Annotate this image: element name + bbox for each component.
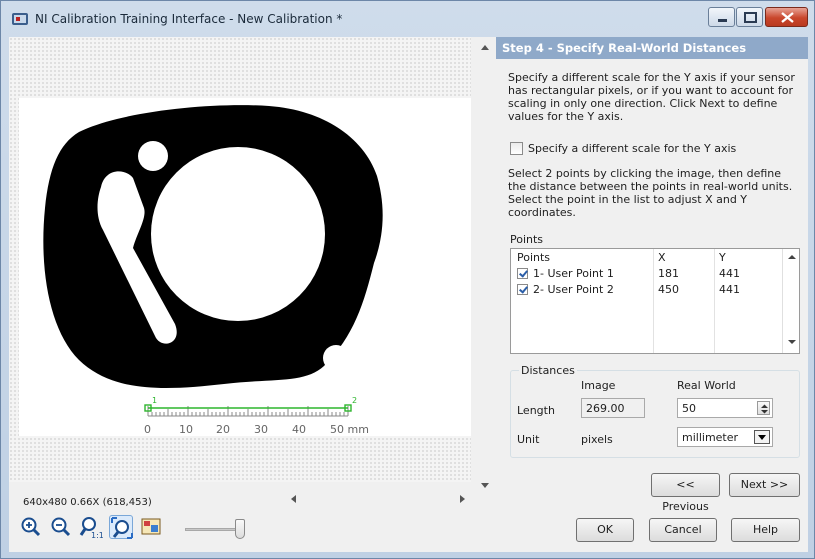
ruler-label-10: 10 (179, 423, 193, 436)
image-length-field: 269.00 (581, 398, 645, 418)
svg-text:1:1: 1:1 (91, 531, 103, 539)
y-scale-checkbox[interactable] (510, 142, 523, 155)
previous-button[interactable]: << Previous (651, 473, 720, 513)
calibration-window: NI Calibration Training Interface - New … (0, 0, 815, 559)
chevron-down-icon[interactable] (754, 430, 770, 444)
zoom-fit-icon (111, 517, 133, 539)
image-unit: pixels (581, 433, 613, 446)
minimize-icon (718, 19, 727, 22)
zoom-to-fit-button[interactable] (109, 515, 133, 539)
wizard-panel: Step 4 - Specify Real-World Distances Sp… (496, 37, 808, 513)
image-header: Image (581, 379, 616, 392)
close-button[interactable] (765, 7, 808, 27)
real-world-header: Real World (677, 379, 736, 392)
ruler-label-40: 40 (292, 423, 306, 436)
scroll-up-icon[interactable] (788, 255, 796, 259)
client-area: 0 10 20 30 40 50 mm 1 2 640x480 0.66X (6… (9, 37, 808, 552)
point-x: 450 (658, 283, 679, 296)
large-hole (151, 147, 325, 321)
next-button[interactable]: Next >> (729, 473, 800, 497)
small-hole-bottom (323, 345, 349, 371)
points-table[interactable]: Points X Y 1- User Point 1 181 441 2- Us… (510, 248, 800, 354)
point-x: 181 (658, 267, 679, 280)
distances-group: Distances Image Real World Length 269.00… (510, 364, 800, 458)
y-scale-checkbox-label[interactable]: Specify a different scale for the Y axis (528, 142, 736, 155)
point-2-checkbox[interactable] (517, 284, 528, 295)
help-button[interactable]: Help (731, 518, 800, 542)
spinner-arrows-icon (761, 404, 768, 414)
zoom-out-button[interactable] (49, 515, 73, 539)
real-world-length-value: 50 (682, 402, 696, 415)
col-points[interactable]: Points (517, 251, 550, 264)
image-overlay-icon (141, 518, 161, 535)
ok-button[interactable]: OK (576, 518, 634, 542)
unit-dropdown-value: millimeter (682, 431, 739, 444)
length-label: Length (517, 404, 555, 417)
scroll-down-icon[interactable] (481, 483, 489, 488)
col-y[interactable]: Y (719, 251, 726, 264)
close-icon (781, 12, 794, 23)
points-table-scrollbar[interactable] (782, 249, 799, 353)
image-horizontal-scrollbar[interactable] (285, 492, 475, 506)
col-x[interactable]: X (658, 251, 666, 264)
scroll-right-icon[interactable] (460, 495, 465, 503)
title-bar: NI Calibration Training Interface - New … (1, 1, 814, 35)
scroll-up-icon[interactable] (481, 45, 489, 50)
minimize-button[interactable] (708, 7, 735, 27)
overlay-button[interactable] (139, 515, 163, 539)
point-y: 441 (719, 267, 740, 280)
table-row[interactable]: 2- User Point 2 450 441 (511, 281, 783, 297)
real-world-length-field[interactable]: 50 (677, 398, 773, 418)
small-hole-top (138, 141, 168, 171)
zoom-1-1-icon: 1:1 (79, 517, 104, 540)
zoom-out-icon (51, 517, 71, 537)
ruler-labels: 0 10 20 30 40 50 mm (144, 423, 369, 436)
point-1-checkbox[interactable] (517, 268, 528, 279)
point-name: 1- User Point 1 (533, 267, 614, 280)
maximize-button[interactable] (736, 7, 763, 27)
app-icon (12, 13, 28, 25)
cancel-button[interactable]: Cancel (649, 518, 717, 542)
scroll-down-icon[interactable] (788, 340, 796, 344)
unit-dropdown[interactable]: millimeter (677, 427, 773, 447)
ruler-label-20: 20 (216, 423, 230, 436)
step-instructions: Select 2 points by clicking the image, t… (508, 167, 793, 219)
point-y: 441 (719, 283, 740, 296)
maximize-icon (744, 12, 757, 23)
ruler-label-50: 50 mm (330, 423, 369, 436)
unit-label: Unit (517, 433, 540, 446)
image-length-value: 269.00 (586, 402, 625, 415)
length-spinner[interactable] (757, 401, 770, 415)
point-name: 2- User Point 2 (533, 283, 614, 296)
zoom-slider-thumb[interactable] (235, 519, 245, 539)
zoom-actual-size-button[interactable]: 1:1 (79, 515, 104, 540)
table-row[interactable]: 1- User Point 1 181 441 (511, 265, 783, 281)
points-table-header: Points X Y (511, 249, 783, 265)
scroll-left-icon[interactable] (291, 495, 296, 503)
window-title: NI Calibration Training Interface - New … (35, 12, 343, 26)
zoom-in-button[interactable] (19, 515, 43, 539)
dialog-buttons: OK Cancel Help (496, 506, 808, 552)
y-scale-checkbox-row[interactable]: Specify a different scale for the Y axis (510, 142, 736, 155)
zoom-in-icon (21, 517, 41, 537)
point-2-label: 2 (352, 396, 357, 405)
step-header: Step 4 - Specify Real-World Distances (496, 37, 808, 59)
ruler-label-30: 30 (254, 423, 268, 436)
ruler-label-0: 0 (144, 423, 151, 436)
image-info: 640x480 0.66X (618,453) (23, 497, 152, 508)
calibration-image[interactable]: 0 10 20 30 40 50 mm 1 2 (19, 98, 471, 436)
step-description: Specify a different scale for the Y axis… (508, 71, 795, 123)
points-label: Points (510, 233, 544, 246)
distances-legend: Distances (519, 364, 577, 377)
point-1-label: 1 (152, 396, 157, 405)
zoom-toolbar: 1:1 (19, 513, 279, 543)
image-vertical-scrollbar[interactable] (476, 37, 494, 497)
image-viewer[interactable]: 0 10 20 30 40 50 mm 1 2 (9, 37, 471, 482)
